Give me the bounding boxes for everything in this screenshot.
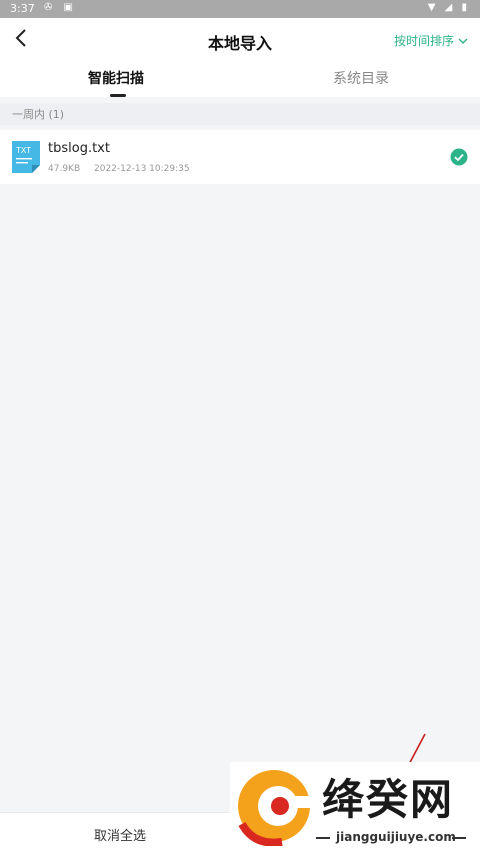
- txt-file-icon: TXT: [12, 141, 40, 173]
- watermark: 绛癸网 jiangguijiuye.com: [230, 762, 480, 853]
- file-date: 2022-12-13 10:29:35: [94, 164, 190, 174]
- checked-icon[interactable]: [450, 148, 468, 166]
- watermark-url: jiangguijiuye.com: [336, 830, 456, 844]
- watermark-divider: [452, 837, 466, 839]
- system-icons: ▼ ◢ ▮: [427, 2, 470, 13]
- tab-system-directory[interactable]: 系统目录: [333, 68, 389, 88]
- file-size: 47.9KB: [48, 164, 81, 174]
- tab-smart-scan[interactable]: 智能扫描: [88, 68, 144, 88]
- file-name: tbslog.txt: [48, 141, 110, 156]
- nav-bar: 本地导入 按时间排序: [0, 18, 480, 62]
- section-title: 一周内 (1): [12, 108, 65, 121]
- notification-icons: ✇ ▣: [44, 2, 78, 13]
- sort-dropdown[interactable]: 按时间排序: [394, 32, 468, 49]
- chevron-down-icon: [458, 38, 468, 44]
- watermark-logo-icon: [238, 770, 314, 846]
- tab-indicator: [110, 94, 126, 97]
- status-time: 3:37: [10, 2, 35, 15]
- sort-label: 按时间排序: [393, 34, 454, 48]
- watermark-brand: 绛癸网: [322, 775, 455, 824]
- section-header: 一周内 (1): [0, 103, 480, 125]
- tab-bar: 智能扫描 系统目录: [0, 62, 480, 97]
- status-bar: 3:37 ✇ ▣ ▼ ◢ ▮: [0, 0, 480, 18]
- file-type-label: TXT: [16, 146, 31, 155]
- deselect-all-button[interactable]: 取消全选: [94, 825, 146, 844]
- watermark-divider: [316, 837, 330, 839]
- file-list-item[interactable]: TXT tbslog.txt 47.9KB 2022-12-13 10:29:3…: [0, 130, 480, 184]
